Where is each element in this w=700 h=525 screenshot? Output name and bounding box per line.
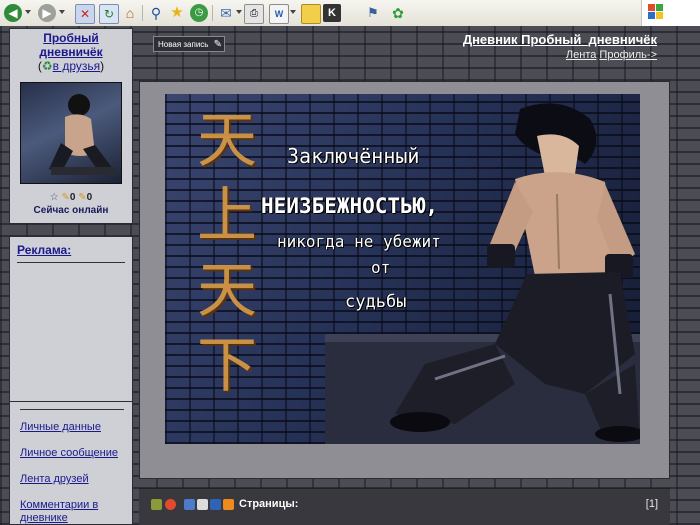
pages-label: Страницы: — [239, 498, 299, 510]
online-status: Сейчас онлайн — [33, 205, 109, 216]
diary-page: Пробный дневничёк (♻в друзья) ☆ ✎0 ✎0 Се… — [0, 26, 700, 525]
folder-icon[interactable] — [301, 4, 321, 24]
edit-icon[interactable] — [184, 499, 195, 510]
save-icon[interactable] — [210, 499, 221, 510]
diary-title-link[interactable]: Дневник Пробный_дневничёк — [463, 32, 657, 47]
feed-link[interactable]: Лента — [566, 49, 596, 61]
links-divider — [20, 409, 124, 410]
pencil-icon: ✎ — [213, 39, 222, 50]
windows-logo-icon — [641, 0, 700, 26]
mail-icon[interactable]: ✉ — [217, 4, 235, 22]
diary-name-link[interactable]: Пробный дневничёк — [10, 31, 132, 59]
add-friend-icon: ♻ — [41, 59, 53, 73]
nav-link-diary-comments[interactable]: Комментарии в дневнике — [20, 499, 132, 525]
status-count-1: 0 — [69, 192, 76, 203]
share-icon[interactable] — [151, 499, 162, 510]
profile-link[interactable]: Профиль-> — [599, 49, 657, 61]
edit-word-icon[interactable]: W — [269, 4, 289, 24]
stop-icon[interactable]: ✕ — [75, 4, 95, 24]
avatar[interactable] — [20, 82, 122, 184]
search-icon[interactable]: ⚲ — [147, 4, 165, 22]
nav-link-friends-feed[interactable]: Лента друзей — [20, 473, 132, 486]
avatar-figure-icon — [49, 94, 115, 175]
moderate-icon[interactable] — [165, 499, 176, 510]
rating-up-icon: ✎ — [61, 192, 70, 203]
rss-icon[interactable] — [223, 499, 234, 510]
forward-dropdown-icon[interactable] — [59, 10, 65, 14]
home-icon[interactable]: ⌂ — [121, 4, 139, 22]
post-footer: Страницы: [1] — [139, 488, 670, 525]
add-friend: (♻в друзья) — [37, 59, 105, 73]
ad-panel: Реклама: — [9, 236, 133, 414]
profile-panel: Пробный дневничёк (♻в друзья) ☆ ✎0 ✎0 Се… — [9, 28, 133, 224]
status-count-2: 0 — [86, 192, 93, 203]
add-friend-link[interactable]: в друзья — [53, 59, 101, 73]
new-post-button[interactable]: Новая запись ✎ — [153, 36, 225, 52]
back-dropdown-icon[interactable] — [25, 10, 31, 14]
icq-flower-icon[interactable]: ✿ — [389, 4, 407, 22]
rating-down-icon: ✎ — [78, 192, 87, 203]
toolbar-separator — [142, 5, 143, 21]
header-links: Лента Профиль-> — [566, 49, 657, 61]
messenger-icon[interactable]: ⚑ — [364, 4, 382, 22]
print-icon[interactable]: ⎙ — [244, 4, 264, 24]
favorites-icon[interactable]: ★ — [168, 4, 186, 22]
history-icon[interactable]: ◷ — [190, 4, 208, 22]
star-icon: ☆ — [49, 192, 59, 203]
browser-toolbar: ◀ ▶ ✕ ↻ ⌂ ⚲ ★ ◷ ✉ ⎙ W K ⚑ ✿ — [0, 0, 700, 27]
edit-dropdown-icon[interactable] — [290, 10, 296, 14]
status-row: ☆ ✎0 ✎0 — [10, 192, 132, 203]
post-image: 天 上 天 下 Заключённый НЕИЗБЕЖНОСТЬЮ, никог… — [165, 94, 640, 444]
forward-icon[interactable]: ▶ — [38, 4, 56, 22]
new-post-label: Новая запись — [158, 40, 209, 49]
nav-link-private-message[interactable]: Личное сообщение — [20, 447, 132, 460]
links-panel: Личные данные Личное сообщение Лента дру… — [9, 401, 133, 525]
page-number-link[interactable]: [1] — [646, 498, 658, 510]
k-app-icon[interactable]: K — [323, 4, 341, 22]
anime-figure-icon — [325, 103, 640, 444]
refresh-icon[interactable]: ↻ — [99, 4, 119, 24]
nav-link-personal-data[interactable]: Личные данные — [20, 421, 132, 434]
ad-title-link[interactable]: Реклама: — [17, 243, 132, 257]
print-post-icon[interactable] — [197, 499, 208, 510]
toolbar-separator — [212, 5, 213, 21]
back-icon[interactable]: ◀ — [4, 4, 22, 22]
ad-divider — [17, 262, 125, 263]
mail-dropdown-icon[interactable] — [236, 10, 242, 14]
